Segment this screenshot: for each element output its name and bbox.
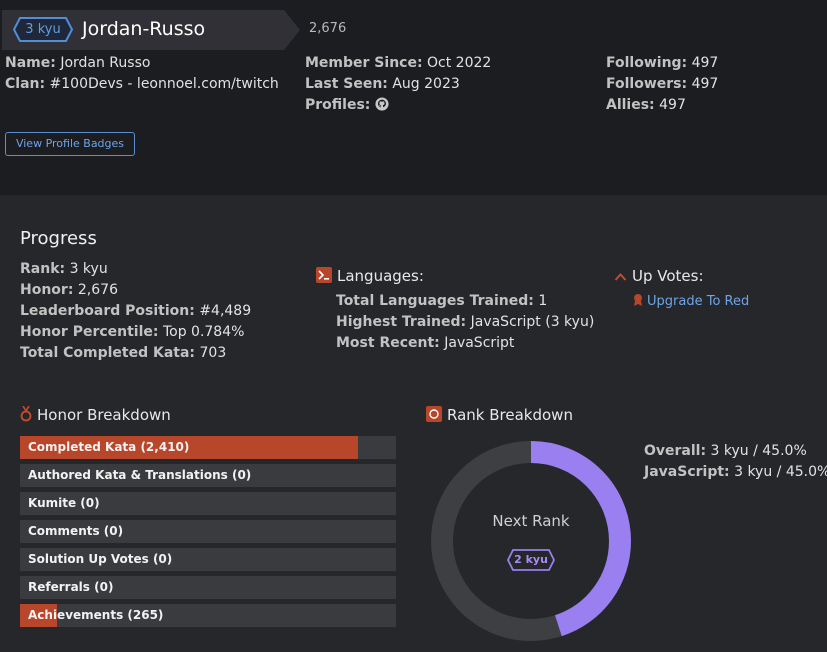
allies-value: 497 bbox=[659, 97, 686, 113]
allies-row: Allies: 497 bbox=[606, 95, 686, 116]
rank-label: Rank: bbox=[20, 261, 66, 277]
kata-row: Total Completed Kata: 703 bbox=[20, 343, 226, 364]
leaderboard-label: Leaderboard Position: bbox=[20, 303, 195, 319]
honor-bar: Kumite (0) bbox=[20, 492, 396, 515]
honor-bar-label: Kumite (0) bbox=[28, 496, 100, 510]
name-label: Name: bbox=[5, 55, 56, 71]
honor-value: 2,676 bbox=[77, 282, 118, 298]
leaderboard-value: #4,489 bbox=[199, 303, 252, 319]
languages-header: Languages: bbox=[316, 266, 424, 286]
member-since-label: Member Since: bbox=[305, 55, 423, 71]
rank-row: Rank: 3 kyu bbox=[20, 259, 108, 280]
following-label: Following: bbox=[606, 55, 688, 71]
terminal-icon bbox=[316, 267, 332, 283]
honor-bar-label: Solution Up Votes (0) bbox=[28, 552, 173, 566]
most-recent-label: Most Recent: bbox=[336, 335, 440, 351]
followers-label: Followers: bbox=[606, 76, 688, 92]
javascript-value: 3 kyu / 45.0% bbox=[734, 464, 827, 480]
followers-row: Followers: 497 bbox=[606, 74, 718, 95]
most-recent-value: JavaScript bbox=[444, 335, 515, 351]
member-since-value: Oct 2022 bbox=[427, 55, 492, 71]
view-profile-badges-button[interactable]: View Profile Badges bbox=[5, 132, 135, 156]
most-recent-row: Most Recent: JavaScript bbox=[336, 333, 514, 354]
medal-icon bbox=[634, 294, 642, 306]
chevron-up-icon bbox=[614, 273, 627, 281]
honor-label: Honor: bbox=[20, 282, 74, 298]
leaderboard-row: Leaderboard Position: #4,489 bbox=[20, 301, 251, 322]
header-honor: 2,676 bbox=[309, 21, 347, 36]
last-seen-label: Last Seen: bbox=[305, 76, 388, 92]
javascript-label: JavaScript: bbox=[644, 464, 730, 480]
next-rank-value: 2 kyu bbox=[514, 553, 548, 566]
rank-progress-donut bbox=[431, 441, 631, 641]
upvotes-title: Up Votes: bbox=[632, 267, 704, 285]
overall-value: 3 kyu / 45.0% bbox=[710, 443, 807, 459]
total-languages-value: 1 bbox=[538, 293, 548, 309]
total-languages-row: Total Languages Trained: 1 bbox=[336, 291, 547, 312]
github-icon[interactable] bbox=[375, 97, 389, 111]
last-seen-value: Aug 2023 bbox=[392, 76, 460, 92]
following-value: 497 bbox=[691, 55, 719, 71]
percentile-row: Honor Percentile: Top 0.784% bbox=[20, 322, 244, 343]
rank-badge: 3 kyu bbox=[12, 16, 74, 43]
honor-breakdown-title: Honor Breakdown bbox=[37, 406, 171, 424]
member-since-row: Member Since: Oct 2022 bbox=[305, 53, 491, 74]
name-value: Jordan Russo bbox=[60, 55, 151, 71]
profile-header: 3 kyu Jordan-Russo 2,676 Name: Jordan Ru… bbox=[0, 0, 827, 179]
rank-icon bbox=[426, 406, 442, 422]
following-row: Following: 497 bbox=[606, 53, 718, 74]
followers-value: 497 bbox=[691, 76, 719, 92]
upgrade-to-red-link[interactable]: Upgrade To Red bbox=[647, 294, 749, 309]
overall-label: Overall: bbox=[644, 443, 707, 459]
languages-title: Languages: bbox=[337, 267, 424, 285]
profiles-label: Profiles: bbox=[305, 97, 371, 113]
kata-value: 703 bbox=[199, 345, 227, 361]
last-seen-row: Last Seen: Aug 2023 bbox=[305, 74, 460, 95]
total-languages-label: Total Languages Trained: bbox=[336, 293, 534, 309]
honor-bar: Comments (0) bbox=[20, 520, 396, 543]
allies-label: Allies: bbox=[606, 97, 655, 113]
percentile-label: Honor Percentile: bbox=[20, 324, 159, 340]
javascript-row: JavaScript: 3 kyu / 45.0% bbox=[644, 462, 827, 483]
honor-bar: Completed Kata (2,410) bbox=[20, 436, 396, 459]
upvotes-header: Up Votes: bbox=[614, 266, 704, 286]
next-rank-badge: 2 kyu bbox=[506, 548, 556, 572]
honor-bar: Achievements (265) bbox=[20, 604, 396, 627]
overall-row: Overall: 3 kyu / 45.0% bbox=[644, 441, 807, 462]
rank-breakdown-title: Rank Breakdown bbox=[447, 406, 573, 424]
highest-trained-label: Highest Trained: bbox=[336, 314, 467, 330]
honor-bar: Referrals (0) bbox=[20, 576, 396, 599]
next-rank-label: Next Rank bbox=[492, 512, 570, 530]
highest-trained-row: Highest Trained: JavaScript (3 kyu) bbox=[336, 312, 594, 333]
clan-value: #100Devs - leonnoel.com/twitch bbox=[49, 76, 279, 92]
username: Jordan-Russo bbox=[82, 18, 206, 40]
honor-bar: Authored Kata & Translations (0) bbox=[20, 464, 396, 487]
honor-bar-label: Comments (0) bbox=[28, 524, 124, 538]
percentile-value: Top 0.784% bbox=[162, 324, 245, 340]
honor-bar-label: Completed Kata (2,410) bbox=[28, 440, 190, 454]
honor-row: Honor: 2,676 bbox=[20, 280, 118, 301]
honor-breakdown-header: Honor Breakdown bbox=[20, 405, 171, 425]
name-row: Name: Jordan Russo bbox=[5, 53, 150, 74]
progress-title: Progress bbox=[20, 228, 97, 249]
medal-icon bbox=[20, 406, 32, 422]
rank-breakdown-header: Rank Breakdown bbox=[426, 405, 573, 425]
profiles-row: Profiles: bbox=[305, 95, 389, 116]
highest-trained-value: JavaScript (3 kyu) bbox=[470, 314, 595, 330]
upgrade-row: Upgrade To Red bbox=[632, 291, 749, 312]
clan-row: Clan: #100Devs - leonnoel.com/twitch bbox=[5, 74, 279, 95]
honor-bar-label: Achievements (265) bbox=[28, 608, 164, 622]
clan-label: Clan: bbox=[5, 76, 46, 92]
rank-badge-label: 3 kyu bbox=[25, 22, 61, 37]
honor-bar-label: Authored Kata & Translations (0) bbox=[28, 468, 252, 482]
rank-value: 3 kyu bbox=[69, 261, 108, 277]
honor-bar-label: Referrals (0) bbox=[28, 580, 114, 594]
honor-bar: Solution Up Votes (0) bbox=[20, 548, 396, 571]
kata-label: Total Completed Kata: bbox=[20, 345, 196, 361]
